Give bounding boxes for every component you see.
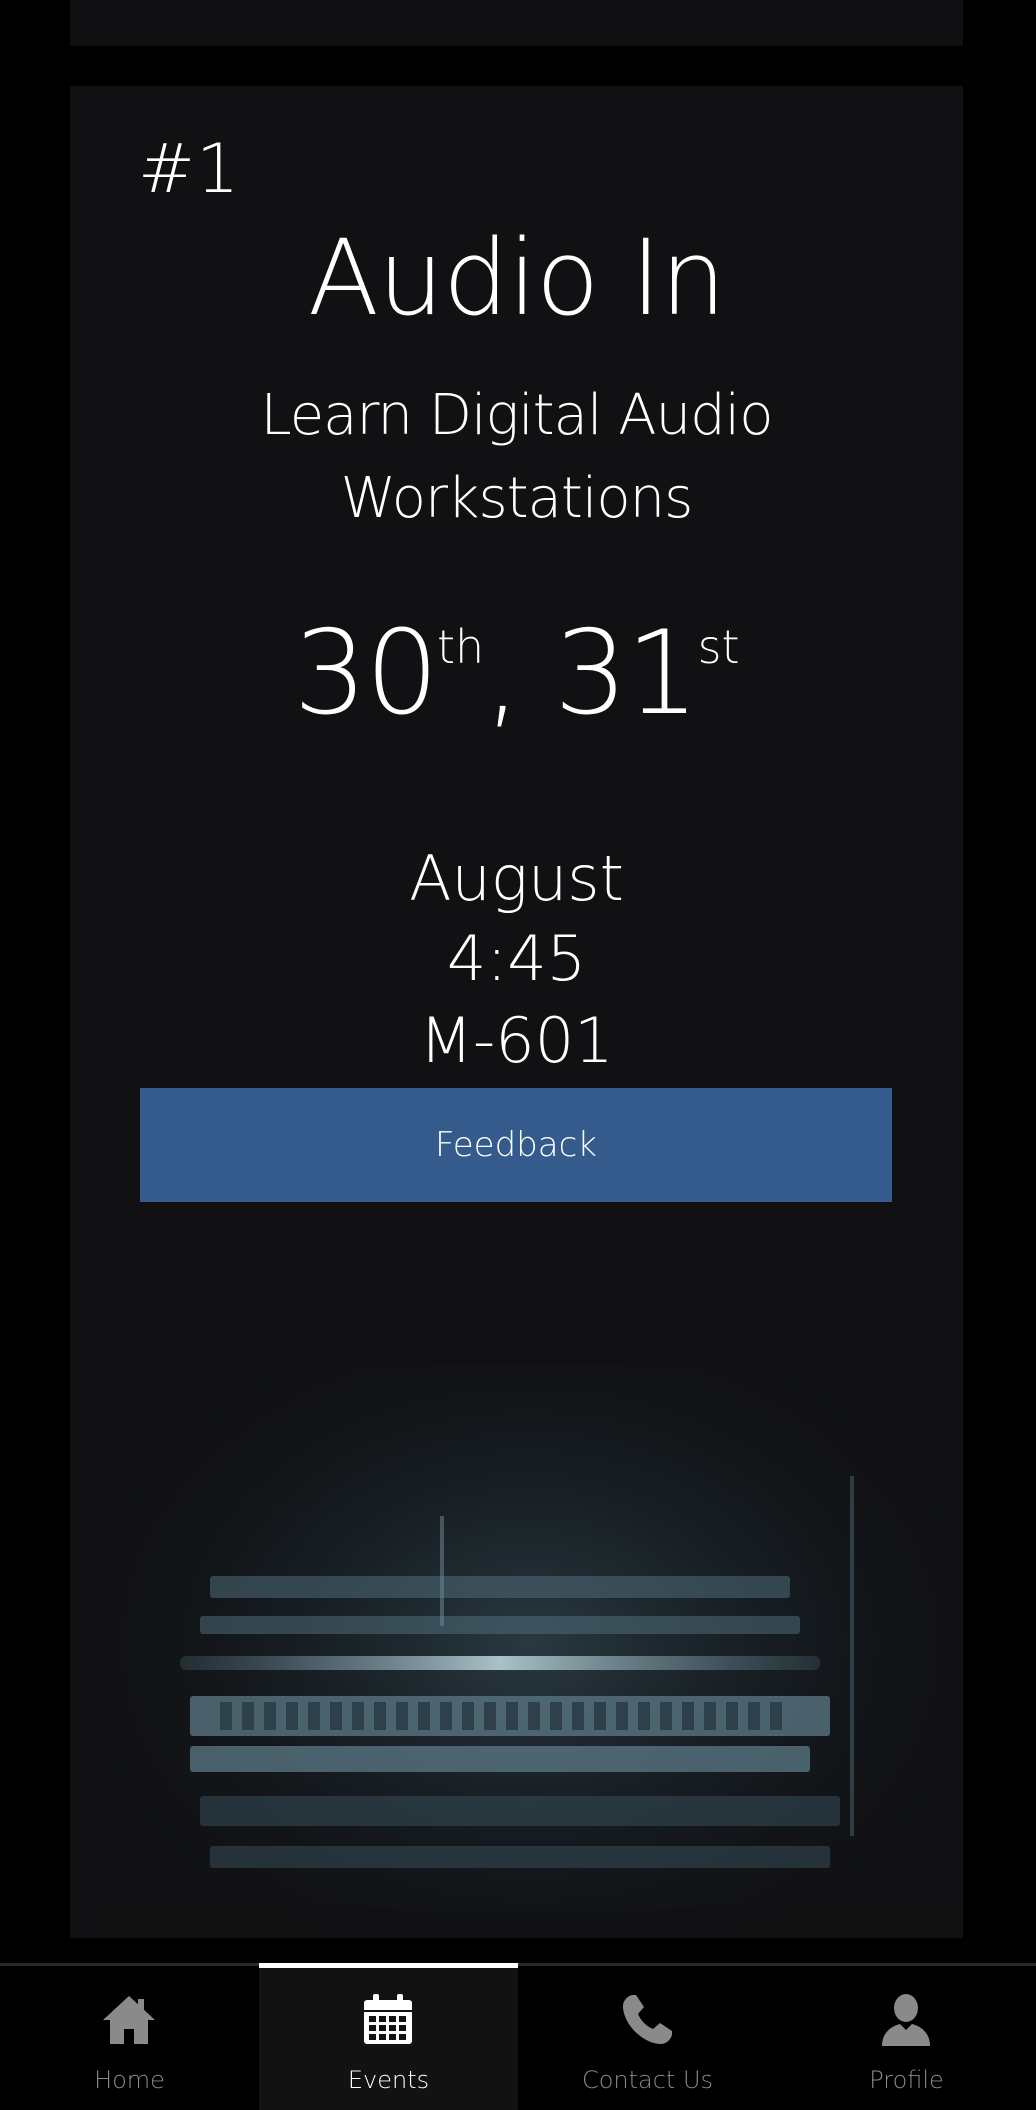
event-card: #1 Audio In Learn Digital Audio Workstat… <box>70 86 963 1938</box>
event-month: August <box>409 842 624 915</box>
bottom-nav: Home Events Contact Us Profile <box>0 1963 1036 2110</box>
audio-mixer-image <box>110 1366 950 1938</box>
nav-tab-profile[interactable]: Profile <box>777 1966 1036 2110</box>
nav-tab-home[interactable]: Home <box>0 1966 259 2110</box>
home-icon <box>103 1996 155 2044</box>
feedback-button[interactable]: Feedback <box>140 1088 892 1202</box>
nav-tab-contact-us[interactable]: Contact Us <box>518 1966 777 2110</box>
user-icon <box>882 1994 930 2046</box>
events-page: #1 Audio In Learn Digital Audio Workstat… <box>0 0 1036 2110</box>
previous-event-card <box>70 0 963 46</box>
nav-label-profile: Profile <box>869 2066 944 2094</box>
event-date-second-suffix: st <box>697 620 740 674</box>
event-venue: M-601 <box>419 1004 614 1077</box>
nav-label-contact-us: Contact Us <box>581 2066 714 2094</box>
nav-tab-events[interactable]: Events <box>259 1963 518 2110</box>
calendar-icon <box>364 1994 412 2044</box>
nav-label-events: Events <box>347 2066 430 2094</box>
event-subtitle: Learn Digital Audio Workstations <box>260 383 774 531</box>
event-date-first-suffix: th <box>437 620 485 674</box>
phone-icon <box>623 1995 672 2044</box>
event-date-second: 31 <box>553 606 700 741</box>
event-date-first: 30 <box>293 606 439 741</box>
event-date-separator: , <box>484 606 554 741</box>
event-dates: 30th, 31st <box>70 616 963 732</box>
nav-label-home: Home <box>94 2066 165 2094</box>
event-time: 4:45 <box>446 922 587 995</box>
event-number: #1 <box>138 130 241 209</box>
event-title: Audio In <box>307 217 726 339</box>
